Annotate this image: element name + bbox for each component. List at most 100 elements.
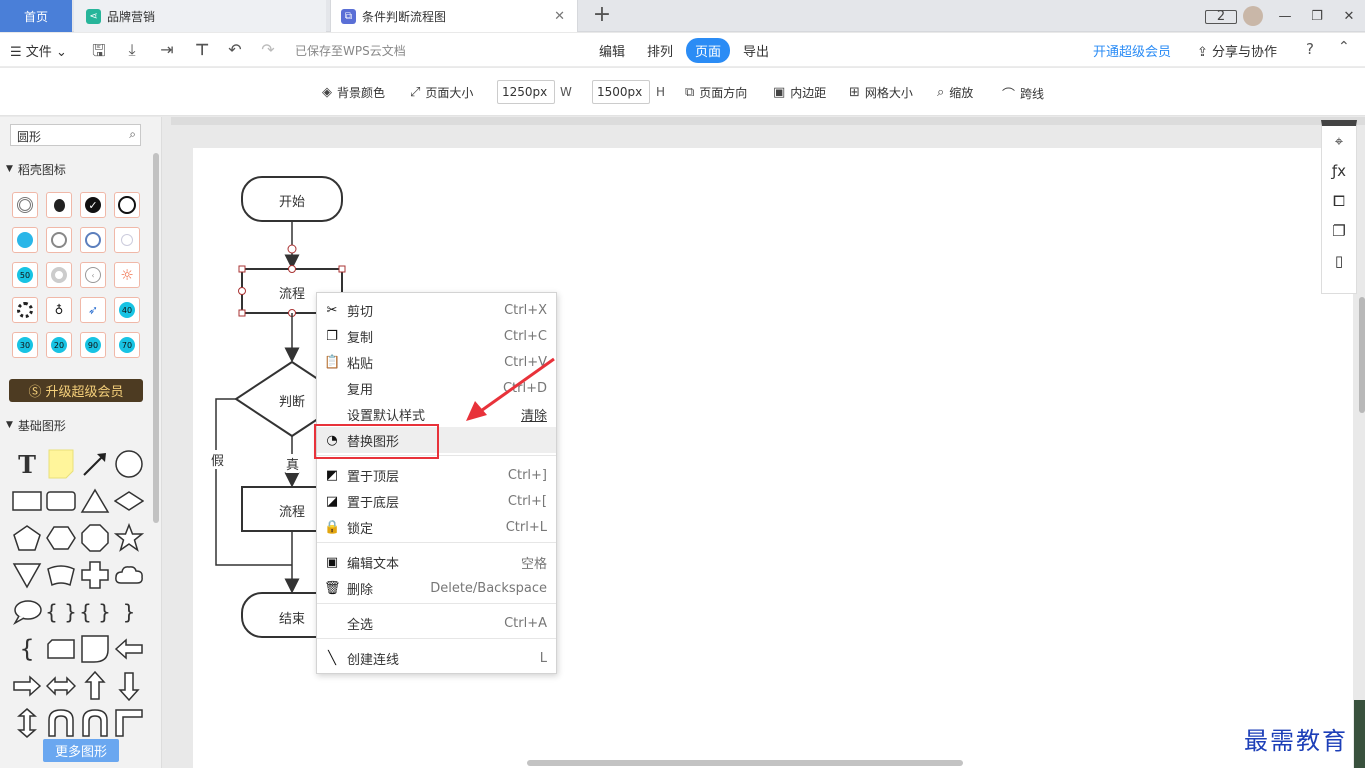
tab-arrange[interactable]: 排列 [638,38,682,63]
arrow-line-shape[interactable] [78,447,112,481]
page-height-input[interactable]: 1500px [592,80,650,104]
section-basic-shapes[interactable]: ▼ 基础图形 [0,413,152,437]
text-shape[interactable]: T [10,447,44,481]
navigator-icon[interactable]: ⌖ [1322,126,1356,156]
search-icon[interactable]: ⌕ [129,127,136,142]
light-ring-icon[interactable] [114,227,140,253]
context-menu-item[interactable]: ╲ 创建连线 L [317,645,556,671]
octagon-shape[interactable] [78,521,112,555]
double-arrow-shape[interactable] [44,669,78,703]
context-menu-item[interactable]: 🔒 锁定 Ctrl+L [317,514,556,540]
u-turn-alt-shape[interactable] [78,706,112,740]
number-30-icon[interactable]: 30 [12,332,38,358]
page-size-button[interactable]: ⤢ 页面大小 [410,84,473,101]
diamond-shape[interactable] [112,484,146,518]
context-menu-item[interactable]: 🗑 删除 Delete/Backspace [317,575,556,601]
upgrade-vip-button[interactable]: Ⓢ 升级超级会员 [9,379,143,402]
tab-flowchart[interactable]: ⧉ 条件判断流程图 ✕ [330,0,578,32]
blue-dot-icon[interactable] [12,227,38,253]
rocket-blue-icon[interactable]: ➶ [80,297,106,323]
export-icon[interactable]: ⇥ [157,40,177,59]
rocket-icon[interactable]: ♁ [46,297,72,323]
avatar[interactable] [1243,6,1263,26]
ring-icon[interactable] [12,192,38,218]
file-menu[interactable]: ☰ 文件 ⌄ [10,41,67,60]
jump-line-button[interactable]: ⌒ 跨线 [1002,84,1044,103]
number-90-icon[interactable]: 90 [80,332,106,358]
triangle-shape[interactable] [78,484,112,518]
left-arrow-shape[interactable] [112,632,146,666]
new-tab-button[interactable]: + [590,2,614,27]
minimize-icon[interactable]: — [1269,9,1301,24]
tab-export[interactable]: 导出 [734,38,778,63]
shape-search-input[interactable]: 圆形 ⌕ [10,124,141,146]
pentagon-shape[interactable] [10,521,44,555]
left-panel-scrollbar[interactable] [153,153,159,523]
ink-drop-icon[interactable] [46,192,72,218]
more-shapes-button[interactable]: 更多图形 [43,739,119,762]
up-arrow-shape[interactable] [78,669,112,703]
tab-edit[interactable]: 编辑 [590,38,634,63]
speech-bubble-shape[interactable] [10,595,44,629]
crop-icon[interactable]: ⧠ [1322,186,1356,216]
star-shape[interactable] [112,521,146,555]
up-down-arrow-shape[interactable] [10,706,44,740]
bg-color-button[interactable]: ◈ 背景颜色 [322,84,385,101]
card-shape[interactable] [44,632,78,666]
note-shape[interactable] [44,447,78,481]
corner-shape[interactable] [112,706,146,740]
context-menu-item[interactable]: ❐ 复制 Ctrl+C [317,323,556,349]
blue-ring-icon[interactable] [80,227,106,253]
rounded-rect-shape[interactable] [44,484,78,518]
brace-pair-shape[interactable]: { } [78,595,112,629]
redo-icon[interactable]: ↷ [258,40,278,59]
save-icon[interactable]: 🖫 [89,40,109,67]
down-arrow-shape[interactable] [112,669,146,703]
sun-icon[interactable]: ☼ [114,262,140,288]
tab-page[interactable]: 页面 [686,38,731,63]
collapse-icon[interactable]: ⌃ [1338,39,1350,55]
check-circle-icon[interactable]: ✓ [80,192,106,218]
share-button[interactable]: ⇪ 分享与协作 [1197,41,1277,60]
formula-icon[interactable]: ƒx [1322,156,1356,186]
format-painter-icon[interactable]: ⊤ [192,40,212,59]
number-70-icon[interactable]: 70 [114,332,140,358]
back-arrow-circle-icon[interactable]: ‹ [80,262,106,288]
context-menu-item[interactable]: ◪ 置于底层 Ctrl+[ [317,488,556,514]
circle-outline-icon[interactable] [114,192,140,218]
cloud-shape[interactable] [112,558,146,592]
page-width-input[interactable]: 1250px [497,80,555,104]
gear-ring-icon[interactable] [12,297,38,323]
number-20-icon[interactable]: 20 [46,332,72,358]
padding-button[interactable]: ▣ 内边距 [773,84,826,101]
undo-icon[interactable]: ↶ [225,40,245,59]
section-docer-icons[interactable]: ▼ 稻壳图标 [0,157,152,181]
number-50-icon[interactable]: 50 [12,262,38,288]
grid-size-button[interactable]: ⊞ 网格大小 [849,84,913,101]
tab-brand-marketing[interactable]: ⋖ 品牌营销 [74,0,326,32]
close-window-icon[interactable]: ✕ [1333,9,1365,24]
inverted-triangle-shape[interactable] [10,558,44,592]
tab-close-icon[interactable]: ✕ [554,9,565,24]
u-turn-shape[interactable] [44,706,78,740]
context-menu-item[interactable]: ◩ 置于顶层 Ctrl+] [317,462,556,488]
context-menu-item[interactable]: ✂ 剪切 Ctrl+X [317,297,556,323]
horizontal-scrollbar[interactable] [527,760,963,766]
help-icon[interactable]: ? [1306,40,1314,58]
pages-icon[interactable]: ❐ [1322,216,1356,246]
braces-shape[interactable]: { } [44,595,78,629]
left-brace-shape[interactable]: { [10,632,44,666]
cross-shape[interactable] [78,558,112,592]
restore-icon[interactable]: ❐ [1301,9,1333,24]
context-menu-item[interactable]: 全选 Ctrl+A [317,610,556,636]
gray-ring-icon[interactable] [46,227,72,253]
document-shape[interactable] [78,632,112,666]
number-40-icon[interactable]: 40 [114,297,140,323]
circle-shape[interactable] [112,447,146,481]
tab-home[interactable]: 首页 [0,0,72,32]
orientation-button[interactable]: ⧉ 页面方向 [685,84,747,101]
download-icon[interactable]: ⤓ [122,40,142,60]
vip-link[interactable]: 开通超级会员 [1093,41,1171,60]
right-arrow-shape[interactable] [10,669,44,703]
gray-disc-icon[interactable] [46,262,72,288]
